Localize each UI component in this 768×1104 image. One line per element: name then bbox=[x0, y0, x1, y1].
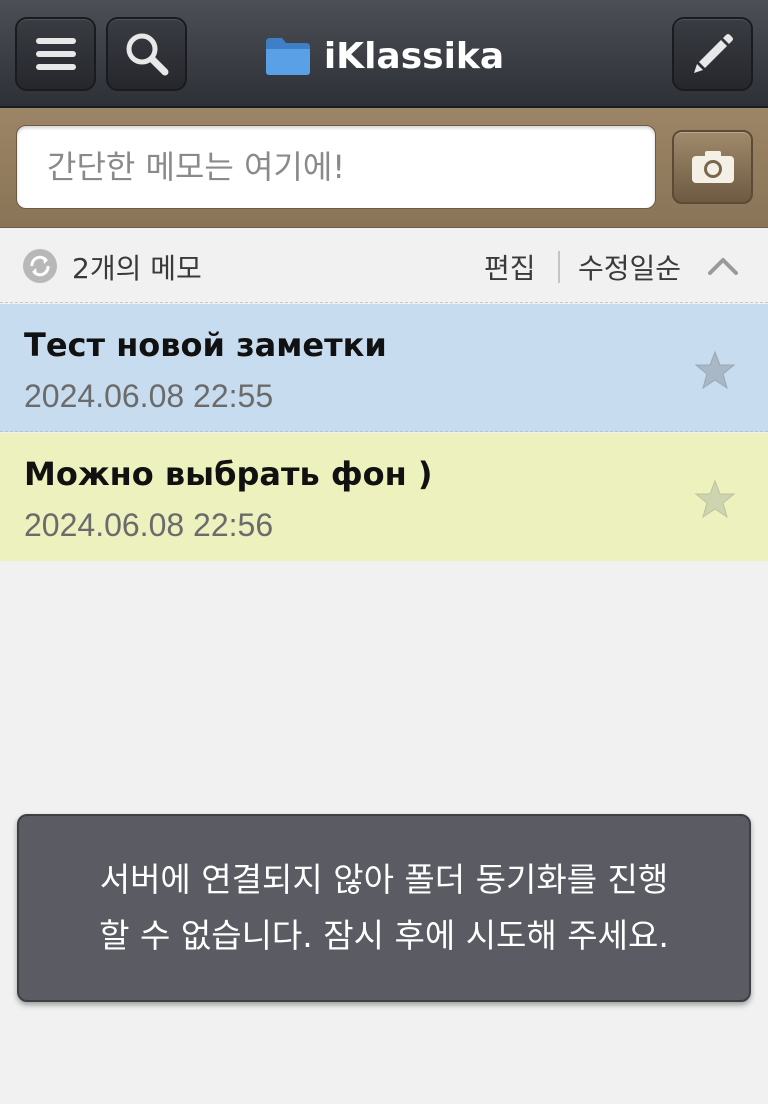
list-item[interactable]: Можно выбрать фон ) 2024.06.08 22:56 bbox=[0, 433, 768, 561]
memo-count: 2개의 메모 bbox=[72, 252, 202, 285]
edit-button[interactable]: 편집 bbox=[484, 247, 536, 287]
top-bar: iKlassika bbox=[0, 0, 768, 108]
star-icon[interactable] bbox=[694, 350, 736, 390]
new-memo-button[interactable] bbox=[672, 17, 753, 91]
pencil-icon bbox=[693, 34, 733, 73]
camera-icon bbox=[691, 151, 734, 183]
list-item[interactable]: Тест новой заметки 2024.06.08 22:55 bbox=[0, 304, 768, 432]
memo-date: 2024.06.08 22:55 bbox=[24, 378, 274, 414]
toast-text: 서버에 연결되지 않아 폴더 동기화를 진행할 수 없습니다. 잠시 후에 시도… bbox=[99, 860, 669, 955]
memo-date: 2024.06.08 22:56 bbox=[24, 507, 274, 543]
sort-button[interactable]: 수정일순 bbox=[578, 247, 681, 287]
quick-memo-input[interactable] bbox=[16, 125, 656, 209]
folder-icon bbox=[265, 38, 310, 75]
star-icon[interactable] bbox=[694, 479, 736, 519]
divider bbox=[558, 251, 560, 283]
quick-memo-bar bbox=[0, 108, 768, 228]
toast-message: 서버에 연결되지 않아 폴더 동기화를 진행할 수 없습니다. 잠시 후에 시도… bbox=[17, 814, 751, 1002]
chevron-up-icon[interactable] bbox=[706, 253, 740, 279]
memo-status-row: 2개의 메모 편집 수정일순 bbox=[0, 229, 768, 303]
app-title: iKlassika bbox=[323, 35, 505, 77]
app-title-area[interactable]: iKlassika bbox=[0, 28, 768, 84]
camera-button[interactable] bbox=[672, 130, 753, 204]
memo-title: Тест новой заметки bbox=[24, 326, 387, 364]
sync-icon[interactable] bbox=[22, 248, 58, 284]
memo-title: Можно выбрать фон ) bbox=[24, 455, 433, 493]
